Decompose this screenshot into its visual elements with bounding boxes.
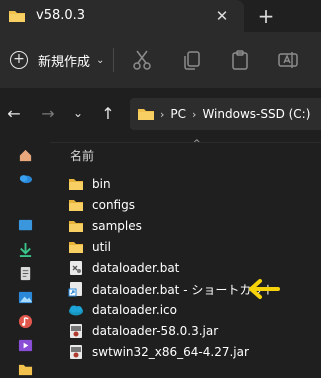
file-name: dataloader-58.0.3.jar [92, 324, 219, 338]
file-name: swtwin32_x86_64-4.27.jar [92, 345, 249, 359]
navigation-pane [0, 142, 50, 378]
annotation-arrow-icon [249, 279, 280, 299]
breadcrumb-pc[interactable]: PC [170, 107, 186, 121]
jar-file-icon [70, 345, 82, 359]
plus-icon: + [10, 51, 28, 69]
file-name: samples [92, 219, 142, 233]
file-row[interactable]: dataloader.bat - ショートカット [68, 278, 275, 300]
file-name: configs [92, 198, 135, 212]
address-bar-row: ← → ⌄ ↑ › PC › Windows-SSD (C:) [0, 88, 321, 143]
breadcrumb-separator: › [160, 107, 165, 121]
folder-icon [9, 11, 25, 22]
file-row[interactable]: dataloader-58.0.3.jar [68, 320, 218, 342]
chevron-down-icon: ⌄ [96, 54, 105, 66]
breadcrumb[interactable]: › PC › Windows-SSD (C:) [130, 98, 321, 130]
documents-icon[interactable] [18, 266, 33, 281]
file-list: ^ 名前 bin configs samples util dataloader… [50, 139, 321, 378]
downloads-icon[interactable] [18, 242, 33, 257]
column-header-name[interactable]: 名前 [70, 147, 94, 164]
file-row[interactable]: dataloader.ico [68, 299, 177, 321]
back-button[interactable]: ← [4, 104, 24, 123]
folder-icon [138, 109, 154, 120]
folder-icon [69, 221, 83, 232]
file-row[interactable]: util [68, 236, 111, 258]
videos-icon[interactable] [18, 338, 33, 353]
shortcut-icon [68, 282, 82, 297]
recent-locations-button[interactable]: ⌄ [68, 106, 88, 120]
jar-file-icon [70, 324, 82, 338]
file-row[interactable]: dataloader.bat [68, 257, 179, 279]
new-button[interactable]: + 新規作成 ⌄ [10, 46, 104, 74]
new-tab-button[interactable]: + [253, 3, 279, 29]
new-button-label: 新規作成 [38, 54, 91, 70]
salesforce-cloud-icon [69, 305, 83, 316]
copy-icon[interactable] [180, 48, 204, 72]
file-row[interactable]: swtwin32_x86_64-4.27.jar [68, 341, 249, 363]
title-bar: v58.0.3 ✕ + [0, 0, 321, 32]
close-tab-button[interactable]: ✕ [209, 3, 235, 29]
rename-icon[interactable] [276, 48, 300, 72]
file-name: util [92, 240, 111, 254]
folder-icon [69, 200, 83, 211]
window-tab[interactable]: v58.0.3 ✕ [0, 0, 244, 32]
home-icon[interactable] [18, 148, 33, 163]
music-icon[interactable] [18, 314, 33, 329]
paste-icon[interactable] [228, 48, 252, 72]
sort-indicator: ^ [193, 139, 201, 149]
file-row[interactable]: configs [68, 194, 135, 216]
cut-icon[interactable] [130, 48, 154, 72]
pictures-icon[interactable] [18, 290, 33, 305]
folder-icon[interactable] [18, 362, 33, 377]
breadcrumb-separator: › [192, 107, 197, 121]
folder-icon [69, 242, 83, 253]
command-bar: + 新規作成 ⌄ [0, 32, 321, 88]
file-row[interactable]: bin [68, 173, 111, 195]
file-name: bin [92, 177, 111, 191]
breadcrumb-drive[interactable]: Windows-SSD (C:) [202, 107, 310, 121]
desktop-icon[interactable] [18, 218, 33, 233]
onedrive-icon[interactable] [18, 170, 33, 185]
tab-title: v58.0.3 [36, 8, 86, 23]
toolbar-divider [113, 48, 114, 72]
forward-button[interactable]: → [38, 104, 58, 123]
file-name: dataloader.bat [92, 261, 180, 275]
up-button[interactable]: ↑ [98, 104, 118, 123]
folder-icon [69, 179, 83, 190]
file-row[interactable]: samples [68, 215, 142, 237]
batch-file-icon [70, 261, 82, 275]
file-name: dataloader.ico [92, 303, 177, 317]
